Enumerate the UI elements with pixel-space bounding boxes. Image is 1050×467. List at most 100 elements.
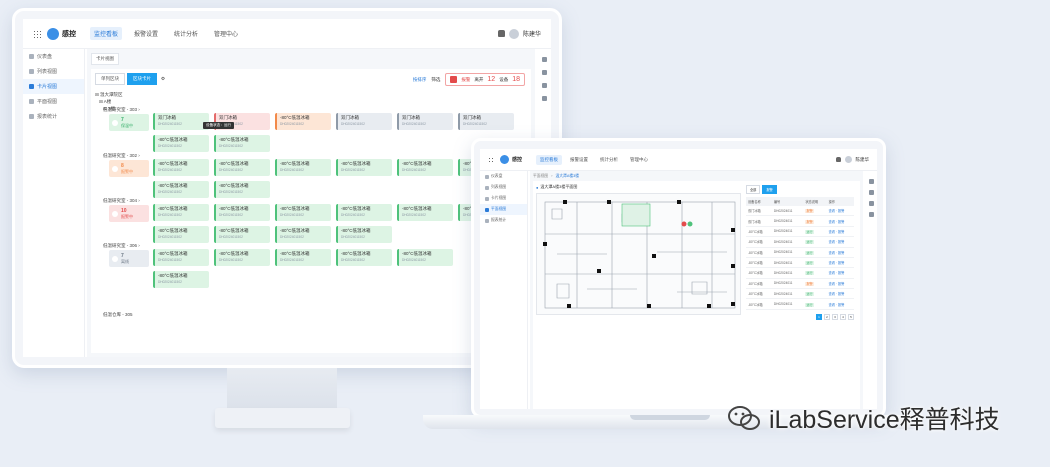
cell-action[interactable]: 查看 · 报警 — [826, 215, 854, 227]
nav-admin[interactable]: 管理中心 — [626, 155, 652, 165]
sidebar-item-list[interactable]: 列表视图 — [480, 182, 527, 193]
apps-grid-icon[interactable] — [33, 29, 41, 38]
device-card[interactable]: -80°C低温冰箱 DH02024011502 — [397, 204, 453, 221]
avatar[interactable] — [508, 28, 519, 39]
room-title[interactable]: 低温研究室 - 303 › — [103, 107, 140, 113]
device-card[interactable]: -80°C低温冰箱 DH02024011502 — [214, 181, 270, 198]
room-title[interactable]: 低温研究室 - 302 › — [103, 153, 140, 159]
room-badge[interactable]: 7 保温中 — [109, 114, 149, 131]
device-card[interactable]: -80°C低温冰箱 DH02024011502 — [153, 271, 209, 288]
table-row[interactable]: -80°C冰箱 DH02024011 运行 查看 · 报警 — [746, 257, 854, 269]
sidebar-item-list[interactable]: 列表视图 — [23, 64, 84, 79]
page-button[interactable]: 3 — [832, 313, 838, 320]
page-button[interactable]: 5 — [848, 313, 854, 320]
nav-monitor[interactable]: 监控看板 — [90, 27, 123, 40]
sort-dropdown[interactable]: 按排序 — [413, 77, 427, 83]
table-row[interactable]: -80°C冰箱 DH02024011 运行 查看 · 报警 — [746, 288, 854, 300]
cell-action[interactable]: 查看 · 报警 — [826, 298, 854, 310]
room-title[interactable]: 低温研究室 - 304 › — [103, 198, 140, 204]
sidebar-item-plan[interactable]: 平面视图 — [480, 204, 527, 215]
room-title[interactable]: 低温仓库 - 305 — [103, 312, 133, 318]
device-card[interactable]: -80°C低温冰箱 DH02024011502 — [275, 249, 331, 266]
user-name[interactable]: 陈建华 — [523, 29, 541, 38]
alarm-summary[interactable]: 报警 离开 12 设备 18 — [445, 73, 525, 86]
user-name[interactable]: 陈建华 — [856, 157, 870, 163]
table-row[interactable]: -80°C冰箱 DH02024011 运行 查看 · 报警 — [746, 267, 854, 279]
nav-alarm[interactable]: 报警设置 — [566, 155, 592, 165]
nav-stats[interactable]: 统计分析 — [170, 27, 202, 40]
chart-icon[interactable] — [541, 83, 547, 88]
tool-icon[interactable] — [868, 179, 874, 184]
chart-icon[interactable] — [868, 201, 874, 206]
nav-alarm[interactable]: 报警设置 — [130, 27, 162, 40]
table-row[interactable]: -80°C冰箱 DH02024011 运行 查看 · 报警 — [746, 298, 854, 310]
device-card[interactable]: -80°C低温冰箱 DH02024011502 — [336, 204, 392, 221]
avatar[interactable] — [844, 156, 852, 163]
device-card[interactable]: -80°C低温冰箱 DH02024011502 — [214, 204, 270, 221]
cell-action[interactable]: 查看 · 报警 — [826, 247, 854, 258]
device-card[interactable]: -80°C低温冰箱 DH02024011502 — [153, 249, 209, 266]
device-card[interactable]: -80°C低温冰箱 DH02024011502 — [275, 204, 331, 221]
tab-all[interactable]: 全部 — [746, 185, 761, 194]
nav-stats[interactable]: 统计分析 — [596, 155, 622, 165]
device-card[interactable]: 双门冰箱 DH02024011502 — [153, 113, 209, 130]
apps-grid-icon[interactable] — [488, 156, 494, 163]
table-row[interactable]: 双门冰箱 DH02024011 报警 查看 · 报警 — [746, 215, 854, 227]
table-row[interactable]: 双门冰箱 DH02024011 报警 查看 · 报警 — [746, 206, 854, 217]
device-card[interactable]: -80°C低温冰箱 DH02024011502 — [214, 135, 270, 152]
device-card[interactable]: -80°C低温冰箱 DH02024011502 — [275, 113, 331, 130]
device-card[interactable]: -80°C低温冰箱 DH02024011502 — [153, 204, 209, 221]
nav-monitor[interactable]: 监控看板 — [536, 154, 563, 165]
tab-alarm[interactable]: 报警 — [762, 185, 777, 194]
device-card[interactable]: -80°C低温冰箱 DH02024011502 — [214, 159, 270, 176]
filter-button[interactable]: 筛选 — [431, 77, 440, 83]
sidebar-item-dashboard[interactable]: 仪表盘 — [480, 171, 527, 182]
tree-root[interactable]: ⊟ 温大潭院区 — [95, 91, 123, 98]
sidebar-item-report[interactable]: 报表统计 — [23, 109, 84, 124]
room-badge[interactable]: 10 报警中 — [109, 205, 149, 222]
help-icon[interactable] — [541, 70, 547, 75]
device-card[interactable]: -80°C低温冰箱 DH02024011502 — [397, 159, 453, 176]
page-button[interactable]: 1 — [816, 313, 822, 320]
bell-icon[interactable] — [497, 30, 505, 37]
device-card[interactable]: -80°C低温冰箱 DH02024011502 — [153, 226, 209, 243]
bell-icon[interactable] — [835, 157, 841, 162]
device-card[interactable]: -80°C低温冰箱 DH02024011502 — [214, 226, 270, 243]
tab-card-view[interactable]: 卡片视图 — [91, 53, 119, 65]
device-card[interactable]: -80°C低温冰箱 DH02024011502 — [336, 159, 392, 176]
building-icon[interactable] — [868, 212, 874, 217]
device-card[interactable]: -80°C低温冰箱 DH02024011502 — [153, 135, 209, 152]
table-row[interactable]: -80°C冰箱 DH02024011 报警 查看 · 报警 — [746, 278, 854, 290]
crumb-plan[interactable]: 平面视图 — [533, 174, 548, 179]
table-row[interactable]: -80°C冰箱 DH02024011 运行 查看 · 报警 — [746, 236, 854, 248]
room-badge[interactable]: 7 离线 — [109, 250, 149, 267]
cell-action[interactable]: 查看 · 报警 — [826, 267, 854, 279]
table-row[interactable]: -80°C冰箱 DH02024011 运行 查看 · 报警 — [746, 226, 854, 238]
device-card[interactable]: 双门冰箱 DH02024011502 — [336, 113, 392, 130]
device-card[interactable]: -80°C低温冰箱 DH02024011502 — [153, 159, 209, 176]
sidebar-item-dashboard[interactable]: 仪表盘 — [23, 49, 84, 64]
cell-action[interactable]: 查看 · 报警 — [826, 288, 854, 300]
sidebar-item-card[interactable]: 卡片视图 — [23, 79, 84, 94]
crumb-floor[interactable]: 温大潭A楼3楼 — [555, 174, 579, 179]
device-card[interactable]: -80°C低温冰箱 DH02024011502 — [214, 249, 270, 266]
table-row[interactable]: -80°C冰箱 DH02024011 运行 查看 · 报警 — [746, 247, 854, 258]
cell-action[interactable]: 查看 · 报警 — [826, 226, 854, 238]
tool-icon[interactable] — [541, 57, 547, 62]
cell-action[interactable]: 查看 · 报警 — [826, 257, 854, 269]
page-button[interactable]: 4 — [840, 313, 846, 320]
sidebar-item-plan[interactable]: 平面视图 — [23, 94, 84, 109]
room-badge[interactable]: 8 报警中 — [109, 160, 149, 177]
sidebar-item-report[interactable]: 报表统计 — [480, 215, 527, 226]
device-card[interactable]: -80°C低温冰箱 DH02024011502 — [397, 249, 453, 266]
cell-action[interactable]: 查看 · 报警 — [826, 278, 854, 290]
sidebar-item-card[interactable]: 卡片视图 — [480, 193, 527, 204]
tree-building[interactable]: ⊟ A楼 — [95, 98, 123, 105]
device-card[interactable]: -80°C低温冰箱 DH02024011502 — [275, 226, 331, 243]
device-card[interactable]: -80°C低温冰箱 DH02024011502 — [275, 159, 331, 176]
cell-action[interactable]: 查看 · 报警 — [826, 206, 854, 217]
cell-action[interactable]: 查看 · 报警 — [826, 236, 854, 248]
device-card[interactable]: -80°C低温冰箱 DH02024011502 — [336, 249, 392, 266]
nav-admin[interactable]: 管理中心 — [210, 27, 242, 40]
settings-icon[interactable]: ⚙ — [161, 76, 165, 82]
